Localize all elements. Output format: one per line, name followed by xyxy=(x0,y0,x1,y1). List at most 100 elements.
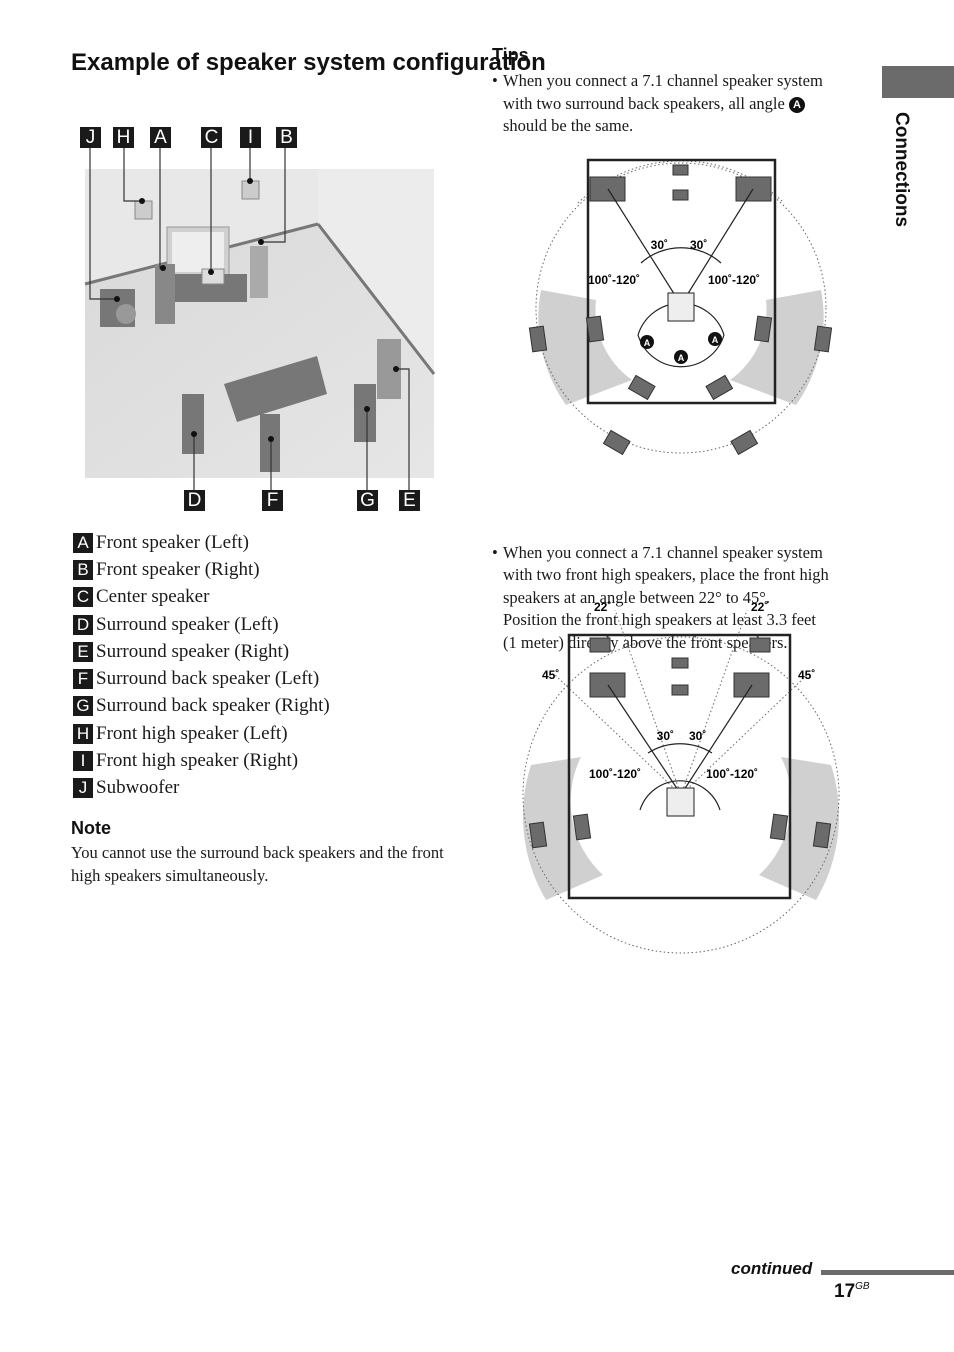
legend-label: Surround back speaker (Left) xyxy=(96,668,320,690)
surround-left-inner-icon xyxy=(572,813,592,841)
legend-item: I Front high speaker (Right) xyxy=(73,747,330,774)
angle-label: 30˚ xyxy=(690,238,707,252)
note-text: You cannot use the surround back speaker… xyxy=(71,843,444,885)
angle-label: 30˚ xyxy=(657,729,674,743)
front-right-speaker-icon xyxy=(735,176,772,202)
tips-heading: Tips xyxy=(492,45,529,65)
shaded-zone-left xyxy=(538,290,632,405)
front-right-speaker xyxy=(250,246,268,298)
legend-item: B Front speaker (Right) xyxy=(73,556,330,583)
callout-e: E xyxy=(399,490,420,511)
legend-key: G xyxy=(73,696,93,717)
legend-label: Front high speaker (Left) xyxy=(96,722,288,744)
front-high-center-icon xyxy=(672,164,689,176)
angle-label: 100˚-120˚ xyxy=(589,767,641,781)
legend-key: F xyxy=(73,669,93,690)
angle-a-marker: A A A xyxy=(640,332,722,364)
legend-item: C Center speaker xyxy=(73,584,330,611)
front-high-left-speaker xyxy=(134,200,153,220)
legend-label: Front speaker (Right) xyxy=(96,558,260,580)
page-title-text: Example of speaker system configuration xyxy=(71,49,546,76)
surround-right-inner-icon xyxy=(769,813,789,841)
surround-left-inner-icon xyxy=(585,315,605,343)
legend-item: J Subwoofer xyxy=(73,775,330,802)
legend-item: D Surround speaker (Left) xyxy=(73,611,330,638)
surround-back-left-outer-icon xyxy=(602,429,631,456)
tip-line: When you connect a 7.1 channel speaker s… xyxy=(503,542,823,562)
page-number-value: 17 xyxy=(834,1281,856,1302)
note-heading: Note xyxy=(71,818,111,838)
shaded-zone-right xyxy=(730,290,824,405)
legend-label: Surround back speaker (Right) xyxy=(96,695,330,717)
legend-key: J xyxy=(73,778,93,799)
continued-bar xyxy=(821,1270,954,1275)
listener-icon xyxy=(667,292,695,322)
angle-label: 22˚ xyxy=(594,600,611,614)
callout-f: F xyxy=(262,490,283,511)
angle-label: 22˚ xyxy=(751,600,768,614)
angle-label: 45˚ xyxy=(798,668,815,682)
legend-key: E xyxy=(73,641,93,662)
callout-g: G xyxy=(357,490,378,511)
bullet: • xyxy=(492,71,498,90)
front-high-right-icon xyxy=(749,637,771,653)
surround-right-outer-icon xyxy=(813,325,833,353)
legend-item: F Surround back speaker (Left) xyxy=(73,665,330,692)
surround-right-outer-icon xyxy=(812,821,832,849)
front-left-speaker-icon xyxy=(589,672,626,698)
legend-key: I xyxy=(73,751,93,772)
legend-key: H xyxy=(73,723,93,744)
angle-label: 30˚ xyxy=(651,238,668,252)
angle-label: 100˚-120˚ xyxy=(706,767,758,781)
tip-line-text: with two surround back speakers, all ang… xyxy=(503,93,785,113)
legend-item: A Front speaker (Left) xyxy=(73,529,330,556)
legend-item: E Surround speaker (Right) xyxy=(73,638,330,665)
tip-line: When you connect a 7.1 channel speaker s… xyxy=(503,71,823,90)
surround-left-outer-icon xyxy=(528,821,548,849)
front-left-speaker-icon xyxy=(589,176,626,202)
page-number: 17GB xyxy=(834,1281,870,1303)
angle-label: 30˚ xyxy=(689,729,706,743)
section-tab-marker xyxy=(882,66,954,98)
front-left-speaker xyxy=(155,264,175,324)
svg-text:A: A xyxy=(644,338,651,348)
svg-text:A: A xyxy=(678,353,685,363)
tip-line: with two surround back speakers, all ang… xyxy=(503,93,883,116)
surround-right-inner-icon xyxy=(753,315,773,343)
legend-label: Surround speaker (Left) xyxy=(96,613,279,635)
surround-back-right-icon xyxy=(705,374,734,401)
legend-label: Front high speaker (Right) xyxy=(96,750,299,772)
legend-key: D xyxy=(73,614,93,635)
angle-label: 45˚ xyxy=(542,668,559,682)
front-high-diagram: 22˚ 22˚ 45˚ 45˚ 30˚ 30˚ 100˚-120˚ 100˚-1… xyxy=(522,600,840,954)
legend-item: G Surround back speaker (Right) xyxy=(73,693,330,720)
callout-d: D xyxy=(184,490,205,511)
page-suffix: GB xyxy=(855,1281,870,1292)
legend-key: B xyxy=(73,559,93,580)
surround-back-right-speaker xyxy=(354,384,376,442)
angle-label: 100˚-120˚ xyxy=(708,273,760,287)
tip-item: • When you connect a 7.1 channel speaker… xyxy=(492,70,883,138)
center-speaker-icon xyxy=(671,684,689,696)
angle-a-marker: A xyxy=(788,96,805,113)
tip-line: should be the same. xyxy=(503,116,634,135)
legend-label: Front speaker (Left) xyxy=(96,531,249,553)
surround-back-left-icon xyxy=(627,374,656,401)
bullet: • xyxy=(492,542,498,562)
angle-label: 100˚-120˚ xyxy=(588,273,640,287)
page-title: Example of speaker system configuration xyxy=(71,50,546,75)
legend-key: C xyxy=(73,587,93,608)
legend-item: H Front high speaker (Left) xyxy=(73,720,330,747)
surround-back-right-outer-icon xyxy=(730,429,759,456)
tip-line: with two front high speakers, place the … xyxy=(503,565,829,584)
section-tab-label: Connections xyxy=(891,112,912,228)
surround-left-outer-icon xyxy=(528,325,548,353)
legend-label: Surround speaker (Right) xyxy=(96,640,290,662)
continued-label: continued xyxy=(731,1259,813,1278)
surround-back-diagram: 30˚ 30˚ 100˚-120˚ 100˚-120˚ A A A xyxy=(528,158,833,456)
center-speaker-icon xyxy=(672,189,689,201)
speaker-legend: A Front speaker (Left) B Front speaker (Ri… xyxy=(73,529,330,802)
surround-back-left-speaker xyxy=(260,414,280,472)
front-high-left-icon xyxy=(589,637,611,653)
legend-key: A xyxy=(73,532,93,553)
